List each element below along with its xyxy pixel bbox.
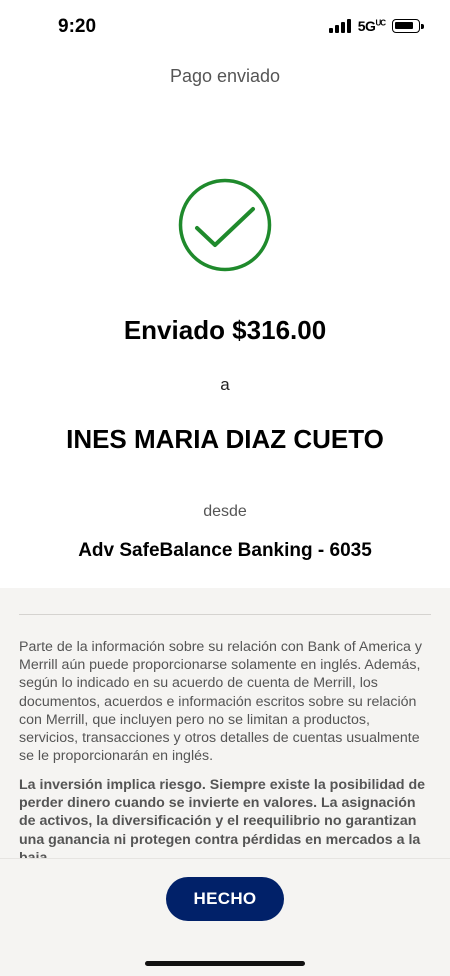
status-time: 9:20	[58, 16, 97, 37]
battery-tip	[421, 24, 424, 29]
check-mark	[195, 207, 255, 247]
check-circle	[178, 178, 272, 272]
status-icons: 5GUC	[328, 18, 424, 34]
home-indicator	[145, 961, 305, 966]
to-label: a	[220, 375, 230, 394]
sent-amount: Enviado $316.00	[123, 315, 327, 345]
network-label: 5G	[357, 18, 376, 34]
from-label: desde	[203, 503, 247, 520]
language-disclosure: Parte de la información sobre su relació…	[19, 639, 422, 765]
disclosure-panel[interactable]: Parte de la información sobre su relació…	[0, 588, 450, 858]
status-bar: 9:20 5GUC	[0, 0, 450, 54]
source-account: Adv SafeBalance Banking - 6035	[78, 540, 372, 561]
network-sup: UC	[375, 18, 386, 28]
divider	[19, 614, 431, 615]
done-button[interactable]: HECHO	[166, 877, 284, 921]
page-title: Pago enviado	[169, 66, 281, 86]
checkmark-circle-icon	[178, 178, 272, 272]
signal-icon	[328, 19, 351, 33]
battery-icon	[392, 19, 424, 33]
footer: HECHO	[0, 858, 450, 976]
battery-fill	[395, 22, 413, 29]
investment-risk-disclosure: La inversión implica riesgo. Siempre exi…	[19, 777, 426, 858]
recipient-name: INES MARIA DIAZ CUETO	[66, 424, 384, 454]
network-indicator: 5GUC	[357, 18, 386, 34]
